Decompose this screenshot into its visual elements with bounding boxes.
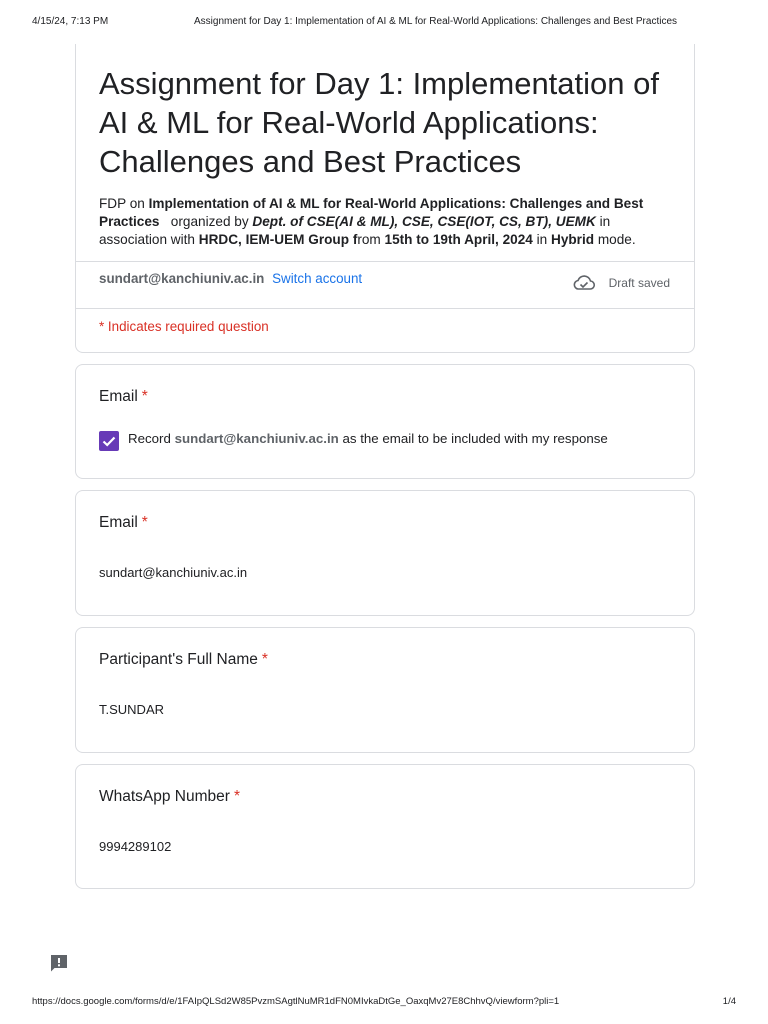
draft-status: Draft saved <box>608 276 670 290</box>
checkbox-prefix: Record <box>128 431 175 446</box>
checkmark-icon <box>102 436 116 447</box>
desc-dates: 15th to 19th April, 2024 <box>384 232 533 247</box>
print-datetime: 4/15/24, 7:13 PM <box>32 16 109 27</box>
question-title: Email <box>99 388 138 405</box>
form-description: FDP on Implementation of AI & ML for Rea… <box>99 195 674 249</box>
required-asterisk: * <box>141 388 148 405</box>
question-card-full-name: Participant's Full Name * T.SUNDAR <box>75 627 695 753</box>
question-card-email: Email * sundart@kanchiuniv.ac.in <box>75 490 695 616</box>
checkbox-email: sundart@kanchiuniv.ac.in <box>174 431 339 446</box>
desc-mode: Hybrid <box>551 232 595 247</box>
question-title: Email <box>99 514 138 531</box>
form-title: Assignment for Day 1: Implementation of … <box>99 66 659 179</box>
question-card-email-record: Email * Record sundart@kanchiuniv.ac.in a… <box>75 364 695 479</box>
required-note: * Indicates required question <box>99 319 269 334</box>
desc-prefix: FDP on <box>99 196 149 211</box>
full-name-answer[interactable]: T.SUNDAR <box>99 702 164 717</box>
switch-account-link[interactable]: Switch account <box>272 271 362 286</box>
whatsapp-answer[interactable]: 9994289102 <box>99 839 171 854</box>
question-title: WhatsApp Number <box>99 788 230 805</box>
question-title: Participant's Full Name <box>99 651 258 668</box>
record-email-label: Record sundart@kanchiuniv.ac.in as the e… <box>128 431 608 446</box>
print-header: 4/15/24, 7:13 PM Assignment for Day 1: I… <box>32 16 736 30</box>
desc-organizer: Dept. of CSE(AI & ML), CSE, CSE(IOT, CS,… <box>252 214 596 229</box>
required-asterisk: * <box>233 788 240 805</box>
print-footer: https://docs.google.com/forms/d/e/1FAIpQ… <box>32 996 736 1010</box>
desc-in: in <box>532 232 551 247</box>
feedback-icon[interactable] <box>49 953 69 973</box>
divider <box>76 308 694 309</box>
desc-mode-suffix: mode. <box>594 232 636 247</box>
account-email: sundart@kanchiuniv.ac.in <box>99 271 265 286</box>
question-card-whatsapp: WhatsApp Number * 9994289102 <box>75 764 695 889</box>
required-asterisk: * <box>261 651 268 668</box>
print-url: https://docs.google.com/forms/d/e/1FAIpQ… <box>32 996 560 1007</box>
required-asterisk: * <box>141 514 148 531</box>
divider <box>76 261 694 262</box>
desc-organized-by: organized by <box>159 214 253 229</box>
question-label: Participant's Full Name * <box>99 651 268 669</box>
question-label: WhatsApp Number * <box>99 788 240 806</box>
desc-partner: HRDC, IEM-UEM Group <box>198 232 353 247</box>
email-answer[interactable]: sundart@kanchiuniv.ac.in <box>99 565 247 580</box>
desc-rom: rom <box>357 232 385 247</box>
print-page-number: 1/4 <box>722 996 736 1007</box>
question-label: Email * <box>99 514 148 532</box>
record-email-checkbox[interactable] <box>99 431 119 451</box>
checkbox-suffix: as the email to be included with my resp… <box>338 431 608 446</box>
cloud-check-icon <box>573 275 596 290</box>
question-label: Email * <box>99 388 148 406</box>
print-page-title: Assignment for Day 1: Implementation of … <box>194 16 678 27</box>
form-header-card: Assignment for Day 1: Implementation of … <box>75 44 695 353</box>
